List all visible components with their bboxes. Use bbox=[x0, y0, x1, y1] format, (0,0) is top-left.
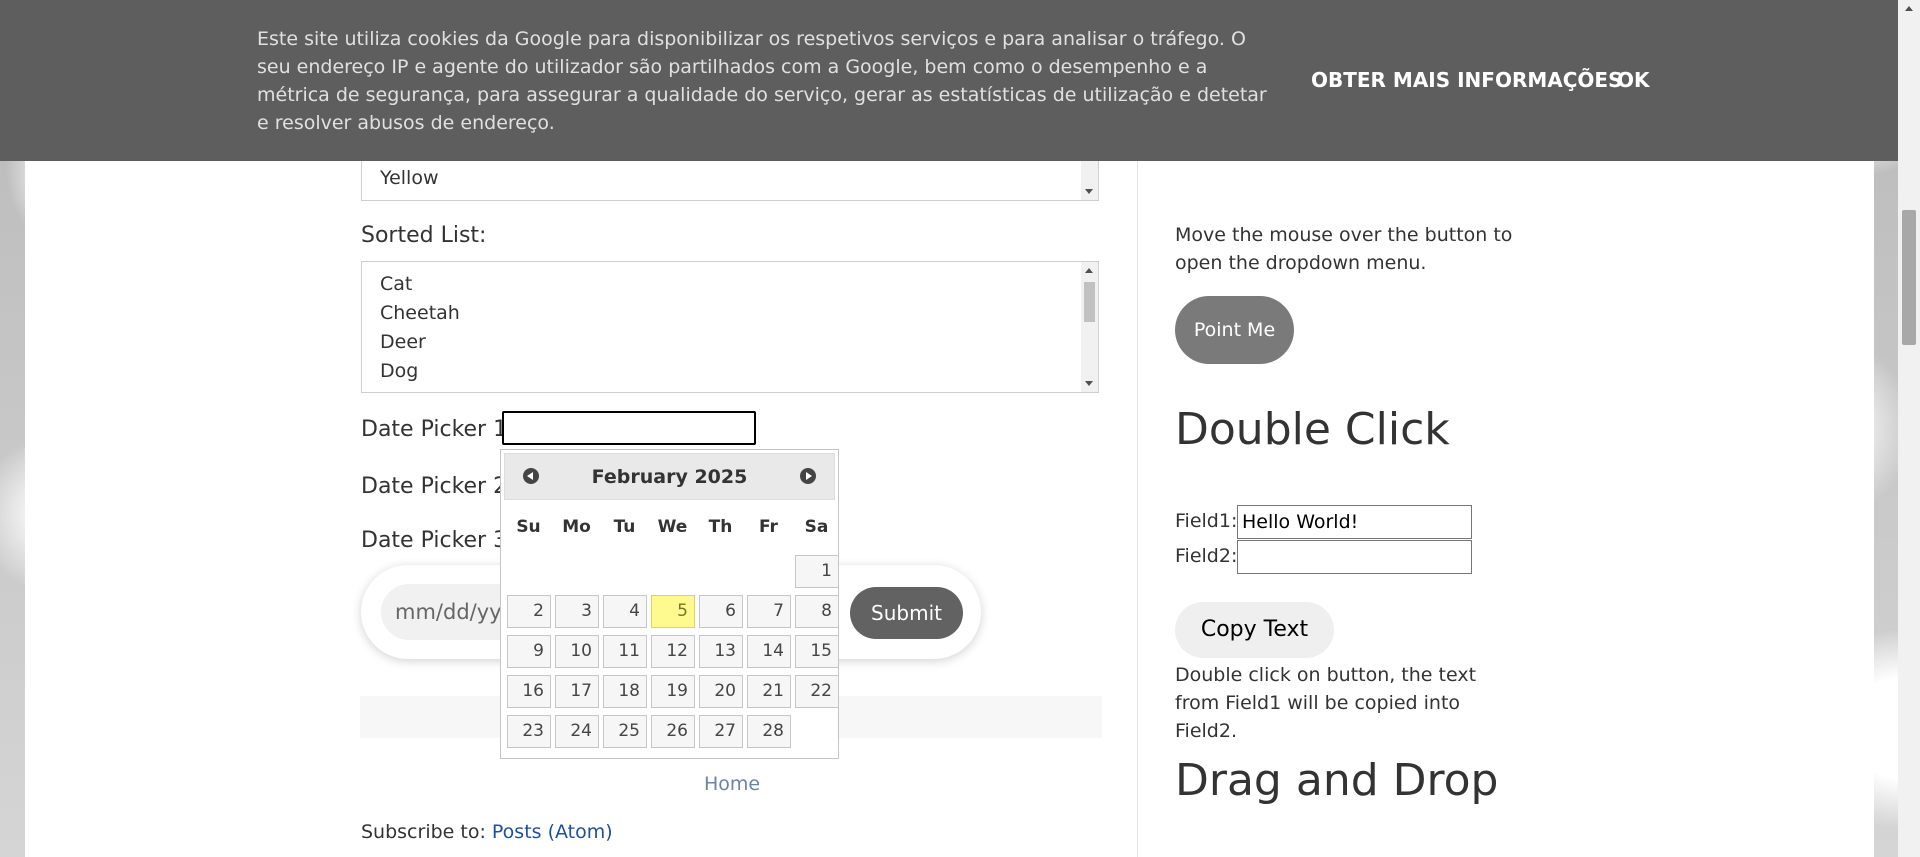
scroll-down-arrow-icon[interactable] bbox=[1085, 381, 1093, 386]
calendar-day[interactable]: 15 bbox=[795, 635, 839, 668]
calendar-day[interactable]: 8 bbox=[795, 595, 839, 628]
sorted-list[interactable]: Cat Cheetah Deer Dog bbox=[361, 261, 1099, 393]
drag-and-drop-heading: Drag and Drop bbox=[1175, 755, 1499, 806]
window-scrollbar-thumb[interactable] bbox=[1902, 210, 1916, 345]
calendar-day[interactable]: 18 bbox=[603, 675, 647, 708]
calendar-day[interactable]: 4 bbox=[603, 595, 647, 628]
calendar-day[interactable]: 12 bbox=[651, 635, 695, 668]
calendar-day[interactable]: 19 bbox=[651, 675, 695, 708]
weekday-header: Th bbox=[708, 517, 733, 537]
more-info-link[interactable]: OBTER MAIS INFORMAÇÕES bbox=[1311, 68, 1622, 92]
calendar-day[interactable]: 11 bbox=[603, 635, 647, 668]
scroll-down-arrow-icon[interactable] bbox=[1085, 189, 1093, 194]
weekday-header: We bbox=[657, 517, 688, 537]
list-item[interactable]: Cat bbox=[362, 270, 1098, 299]
calendar-day[interactable]: 25 bbox=[603, 715, 647, 748]
double-click-heading: Double Click bbox=[1175, 404, 1450, 455]
calendar-day[interactable]: 3 bbox=[555, 595, 599, 628]
scroll-up-arrow-icon[interactable] bbox=[1905, 6, 1913, 11]
calendar-day[interactable]: 13 bbox=[699, 635, 743, 668]
field2-input[interactable] bbox=[1237, 540, 1472, 574]
date-picker-3-label: Date Picker 3: bbox=[361, 528, 515, 553]
field1-label: Field1: bbox=[1175, 510, 1238, 532]
date-picker-1-input[interactable] bbox=[502, 411, 756, 445]
weekday-header: Su bbox=[516, 517, 541, 537]
cookie-ok-button[interactable]: OK bbox=[1617, 68, 1650, 92]
calendar-day[interactable]: 9 bbox=[507, 635, 551, 668]
field2-label: Field2: bbox=[1175, 545, 1238, 567]
cookie-banner: Este site utiliza cookies da Google para… bbox=[0, 0, 1899, 161]
subscribe-line: Subscribe to: Posts (Atom) bbox=[361, 821, 613, 843]
scroll-up-arrow-icon[interactable] bbox=[1085, 268, 1093, 273]
home-link[interactable]: Home bbox=[704, 773, 760, 795]
calendar-day[interactable]: 20 bbox=[699, 675, 743, 708]
calendar-day[interactable]: 24 bbox=[555, 715, 599, 748]
calendar-day[interactable]: 26 bbox=[651, 715, 695, 748]
cookie-banner-text: Este site utiliza cookies da Google para… bbox=[257, 28, 1267, 134]
submit-button[interactable]: Submit bbox=[850, 587, 963, 639]
double-click-description: Double click on button, the text from Fi… bbox=[1175, 664, 1477, 742]
scrollbar-thumb[interactable] bbox=[1084, 282, 1095, 322]
weekday-header: Mo bbox=[562, 517, 591, 537]
calendar-day[interactable]: 6 bbox=[699, 595, 743, 628]
calendar-day[interactable]: 23 bbox=[507, 715, 551, 748]
calendar-day[interactable]: 2 bbox=[507, 595, 551, 628]
mouse-hover-description: Move the mouse over the button to open t… bbox=[1175, 224, 1513, 274]
calendar-day[interactable]: 14 bbox=[747, 635, 791, 668]
list-scrollbar[interactable] bbox=[1081, 262, 1098, 392]
field1-input[interactable]: Hello World! bbox=[1237, 505, 1472, 539]
window-scrollbar[interactable] bbox=[1898, 0, 1920, 857]
next-month-icon[interactable] bbox=[800, 468, 816, 484]
date-picker-1-label: Date Picker 1: bbox=[361, 417, 515, 442]
list-item[interactable]: Cheetah bbox=[362, 299, 1098, 328]
calendar-day[interactable]: 16 bbox=[507, 675, 551, 708]
calendar-day[interactable]: 10 bbox=[555, 635, 599, 668]
calendar-day[interactable]: 7 bbox=[747, 595, 791, 628]
calendar-month-title: February 2025 bbox=[591, 466, 748, 488]
point-me-button[interactable]: Point Me bbox=[1175, 296, 1294, 364]
calendar-day[interactable]: 27 bbox=[699, 715, 743, 748]
list-item[interactable]: Deer bbox=[362, 328, 1098, 357]
weekday-header: Tu bbox=[613, 517, 636, 537]
list-item[interactable]: Dog bbox=[362, 357, 1098, 386]
weekday-header: Sa bbox=[804, 517, 829, 537]
weekday-header: Fr bbox=[759, 517, 778, 537]
calendar-header: February 2025 bbox=[504, 453, 835, 500]
calendar-day[interactable]: 21 bbox=[747, 675, 791, 708]
subscribe-label: Subscribe to: bbox=[361, 821, 492, 843]
calendar-day[interactable]: 22 bbox=[795, 675, 839, 708]
calendar-day[interactable]: 1 bbox=[795, 555, 839, 588]
calendar-day-today[interactable]: 5 bbox=[651, 595, 695, 628]
posts-atom-link[interactable]: Posts (Atom) bbox=[492, 821, 613, 843]
calendar-day[interactable]: 17 bbox=[555, 675, 599, 708]
list-item[interactable]: Yellow bbox=[362, 164, 1098, 193]
datepicker-calendar: February 2025 Su Mo Tu We Th Fr Sa 1 2 3 4 5 6 7 8 9 10… bbox=[500, 449, 839, 759]
copy-text-button[interactable]: Copy Text bbox=[1175, 602, 1334, 658]
calendar-day[interactable]: 28 bbox=[747, 715, 791, 748]
date-picker-2-label: Date Picker 2: bbox=[361, 474, 515, 499]
sorted-list-label: Sorted List: bbox=[361, 223, 487, 248]
